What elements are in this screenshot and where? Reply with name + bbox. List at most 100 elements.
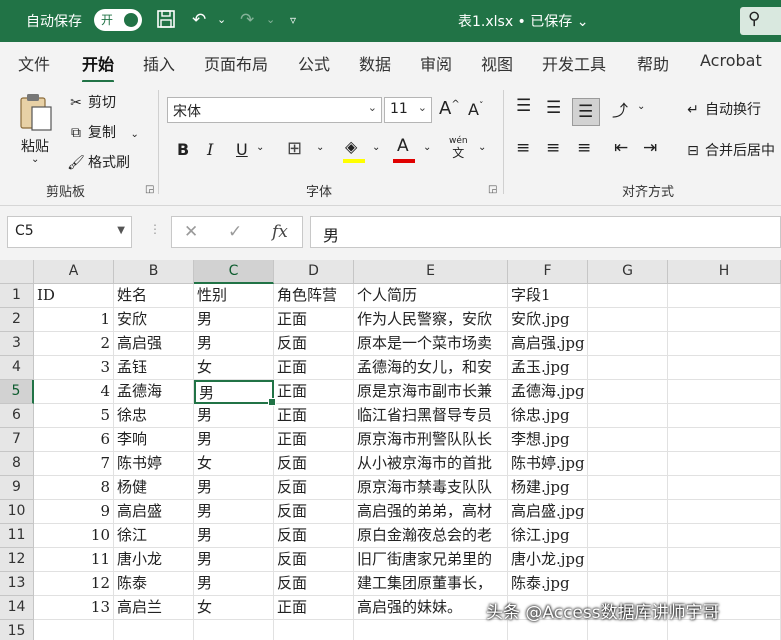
cell-d10[interactable]: 反面 bbox=[274, 500, 354, 524]
cell-b10[interactable]: 高启盛 bbox=[114, 500, 194, 524]
cell-b15[interactable] bbox=[114, 620, 194, 640]
cell-b7[interactable]: 李响 bbox=[114, 428, 194, 452]
cell-h1[interactable] bbox=[668, 284, 781, 308]
cell-g15[interactable] bbox=[588, 620, 668, 640]
cell-a2[interactable]: 1 bbox=[34, 308, 114, 332]
cell-a11[interactable]: 10 bbox=[34, 524, 114, 548]
cell-g10[interactable] bbox=[588, 500, 668, 524]
row-header-1[interactable]: 1 bbox=[0, 284, 34, 308]
cell-c11[interactable]: 男 bbox=[194, 524, 274, 548]
enter-icon[interactable]: ✓ bbox=[228, 222, 242, 242]
row-header-11[interactable]: 11 bbox=[0, 524, 34, 548]
row-header-13[interactable]: 13 bbox=[0, 572, 34, 596]
tab-file[interactable]: 文件 bbox=[18, 51, 50, 75]
redo-icon[interactable]: ↷ bbox=[240, 9, 254, 31]
tab-developer[interactable]: 开发工具 bbox=[542, 51, 606, 75]
column-header-h[interactable]: H bbox=[668, 260, 781, 284]
select-all-corner[interactable] bbox=[0, 260, 34, 284]
align-right-icon[interactable]: ≡ bbox=[577, 138, 591, 158]
cell-a12[interactable]: 11 bbox=[34, 548, 114, 572]
font-color-icon[interactable]: A bbox=[397, 136, 409, 156]
border-icon[interactable]: ⊞ bbox=[287, 138, 302, 159]
bold-button[interactable]: B bbox=[177, 140, 189, 159]
column-header-g[interactable]: G bbox=[588, 260, 668, 284]
more-options-icon[interactable]: ⋮ bbox=[149, 222, 161, 236]
row-header-5[interactable]: 5 bbox=[0, 380, 34, 404]
cell-e6[interactable]: 临江省扫黑督导专员 bbox=[354, 404, 508, 428]
cell-c9[interactable]: 男 bbox=[194, 476, 274, 500]
row-header-8[interactable]: 8 bbox=[0, 452, 34, 476]
row-header-6[interactable]: 6 bbox=[0, 404, 34, 428]
copy-button[interactable]: ⧉ 复制 ⌄ bbox=[66, 122, 139, 142]
orientation-icon[interactable]: ⤴ bbox=[612, 97, 628, 121]
underline-button[interactable]: U bbox=[236, 140, 248, 159]
cell-f5[interactable]: 孟德海.jpg bbox=[508, 380, 588, 404]
search-box[interactable]: ⚲ bbox=[740, 7, 781, 35]
redo-dropdown-icon[interactable]: ⌄ bbox=[266, 9, 275, 31]
cell-d4[interactable]: 正面 bbox=[274, 356, 354, 380]
cell-e14[interactable]: 高启强的妹妹。 bbox=[354, 596, 508, 620]
tab-acrobat[interactable]: Acrobat bbox=[700, 51, 762, 70]
cell-c7[interactable]: 男 bbox=[194, 428, 274, 452]
cell-g11[interactable] bbox=[588, 524, 668, 548]
cell-e9[interactable]: 原京海市禁毒支队队 bbox=[354, 476, 508, 500]
cell-f10[interactable]: 高启盛.jpg bbox=[508, 500, 588, 524]
undo-dropdown-icon[interactable]: ⌄ bbox=[217, 9, 226, 31]
cell-a14[interactable]: 13 bbox=[34, 596, 114, 620]
cell-c15[interactable] bbox=[194, 620, 274, 640]
cell-c5[interactable]: 男 bbox=[194, 380, 276, 406]
merge-center-button[interactable]: ⊟ 合并后居中 bbox=[683, 140, 775, 160]
orientation-dropdown-icon[interactable]: ⌄ bbox=[637, 101, 645, 112]
cell-b14[interactable]: 高启兰 bbox=[114, 596, 194, 620]
formula-input[interactable]: 男 bbox=[310, 216, 781, 248]
increase-indent-icon[interactable]: ⇥ bbox=[643, 138, 657, 158]
cell-h4[interactable] bbox=[668, 356, 781, 380]
underline-dropdown-icon[interactable]: ⌄ bbox=[256, 142, 264, 153]
cell-b3[interactable]: 高启强 bbox=[114, 332, 194, 356]
cell-d9[interactable]: 反面 bbox=[274, 476, 354, 500]
cell-g8[interactable] bbox=[588, 452, 668, 476]
cell-b2[interactable]: 安欣 bbox=[114, 308, 194, 332]
cell-b11[interactable]: 徐江 bbox=[114, 524, 194, 548]
cell-g7[interactable] bbox=[588, 428, 668, 452]
cell-f2[interactable]: 安欣.jpg bbox=[508, 308, 588, 332]
tab-insert[interactable]: 插入 bbox=[143, 51, 175, 75]
cell-d15[interactable] bbox=[274, 620, 354, 640]
cell-a5[interactable]: 4 bbox=[34, 380, 114, 404]
clipboard-launcher-icon[interactable]: ◲ bbox=[145, 184, 154, 195]
wrap-text-button[interactable]: ↵ 自动换行 bbox=[683, 99, 761, 119]
italic-button[interactable]: I bbox=[207, 140, 213, 159]
cell-h9[interactable] bbox=[668, 476, 781, 500]
cell-g13[interactable] bbox=[588, 572, 668, 596]
cell-h8[interactable] bbox=[668, 452, 781, 476]
font-launcher-icon[interactable]: ◲ bbox=[488, 184, 497, 195]
insert-function-icon[interactable]: fx bbox=[272, 222, 288, 242]
align-middle-icon[interactable]: ☰ bbox=[546, 98, 561, 118]
cell-d5[interactable]: 正面 bbox=[274, 380, 354, 404]
cell-f11[interactable]: 徐江.jpg bbox=[508, 524, 588, 548]
font-name-select[interactable]: 宋体 ⌄ bbox=[167, 97, 382, 123]
row-header-7[interactable]: 7 bbox=[0, 428, 34, 452]
cell-g2[interactable] bbox=[588, 308, 668, 332]
cell-b9[interactable]: 杨健 bbox=[114, 476, 194, 500]
tab-data[interactable]: 数据 bbox=[359, 51, 391, 75]
cell-f6[interactable]: 徐忠.jpg bbox=[508, 404, 588, 428]
cell-g12[interactable] bbox=[588, 548, 668, 572]
cell-a3[interactable]: 2 bbox=[34, 332, 114, 356]
cell-h2[interactable] bbox=[668, 308, 781, 332]
cell-h12[interactable] bbox=[668, 548, 781, 572]
cell-f8[interactable]: 陈书婷.jpg bbox=[508, 452, 588, 476]
column-header-d[interactable]: D bbox=[274, 260, 354, 284]
cell-a10[interactable]: 9 bbox=[34, 500, 114, 524]
autosave-toggle[interactable]: 开 bbox=[94, 9, 142, 31]
undo-icon[interactable]: ↶ bbox=[192, 9, 206, 31]
cell-a13[interactable]: 12 bbox=[34, 572, 114, 596]
file-name[interactable]: 表1.xlsx • 已保存 ⌄ bbox=[458, 11, 588, 31]
row-header-14[interactable]: 14 bbox=[0, 596, 34, 620]
cell-b1[interactable]: 姓名 bbox=[114, 284, 194, 308]
name-box[interactable]: C5 ▼ bbox=[7, 216, 132, 248]
cell-d3[interactable]: 反面 bbox=[274, 332, 354, 356]
column-header-a[interactable]: A bbox=[34, 260, 114, 284]
cell-g5[interactable] bbox=[588, 380, 668, 404]
border-dropdown-icon[interactable]: ⌄ bbox=[316, 142, 324, 153]
